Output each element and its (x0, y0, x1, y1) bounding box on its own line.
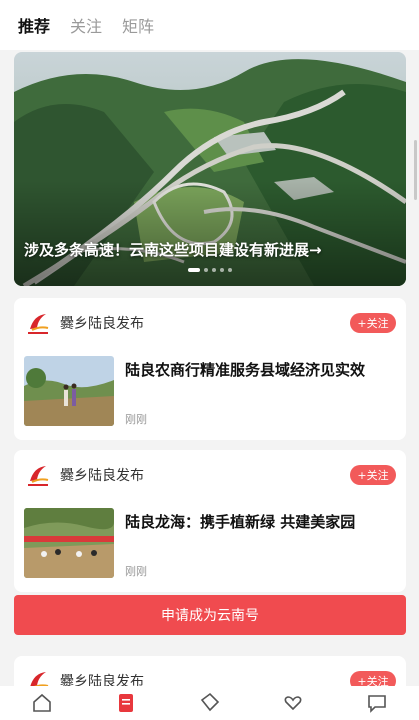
card-header: 爨乡陆良发布 +关注 (24, 462, 396, 488)
follow-button[interactable]: +关注 (350, 313, 396, 333)
carousel-dot[interactable] (212, 268, 216, 272)
apply-yunnan-account-button[interactable]: 申请成为云南号 (14, 595, 406, 635)
chat-icon[interactable] (366, 692, 388, 714)
article-card[interactable]: 爨乡陆良发布 +关注 陆良农商行精准服务县域经济见实效 刚刚 (14, 298, 406, 440)
home-icon[interactable] (31, 692, 53, 714)
article-time: 刚刚 (125, 565, 147, 578)
ticket-icon[interactable] (198, 692, 220, 714)
heart-hand-icon[interactable] (282, 692, 304, 714)
top-tabs: 推荐 关注 矩阵 (0, 0, 419, 50)
page: 推荐 关注 矩阵 涉及多条高速！云南这些项目建设有新进展→ 爨乡陆良发布 +关注… (0, 0, 419, 720)
hero-banner[interactable]: 涉及多条高速！云南这些项目建设有新进展→ (14, 52, 406, 286)
source-name[interactable]: 爨乡陆良发布 (60, 313, 350, 333)
source-logo-icon[interactable] (24, 461, 52, 489)
carousel-dot[interactable] (204, 268, 208, 272)
source-name[interactable]: 爨乡陆良发布 (60, 465, 350, 485)
scrollbar[interactable] (414, 140, 417, 200)
carousel-dot-active[interactable] (188, 268, 200, 272)
carousel-dots (14, 268, 406, 272)
article-thumbnail[interactable] (24, 508, 114, 578)
carousel-dot[interactable] (220, 268, 224, 272)
article-card[interactable]: 爨乡陆良发布 +关注 陆良龙海：携手植新绿 共建美家园 刚刚 (14, 450, 406, 592)
tab-recommend[interactable]: 推荐 (18, 13, 50, 37)
carousel-dot[interactable] (228, 268, 232, 272)
tab-follow[interactable]: 关注 (70, 13, 102, 37)
article-title[interactable]: 陆良农商行精准服务县域经济见实效 (125, 360, 392, 381)
article-title[interactable]: 陆良龙海：携手植新绿 共建美家园 (125, 512, 392, 533)
bottom-nav (0, 686, 419, 720)
follow-button[interactable]: +关注 (350, 465, 396, 485)
article-thumbnail[interactable] (24, 356, 114, 426)
hero-title[interactable]: 涉及多条高速！云南这些项目建设有新进展→ (24, 239, 322, 260)
card-header: 爨乡陆良发布 +关注 (24, 310, 396, 336)
source-logo-icon[interactable] (24, 309, 52, 337)
article-time: 刚刚 (125, 413, 147, 426)
tab-matrix[interactable]: 矩阵 (122, 13, 154, 37)
document-icon[interactable] (115, 692, 137, 714)
